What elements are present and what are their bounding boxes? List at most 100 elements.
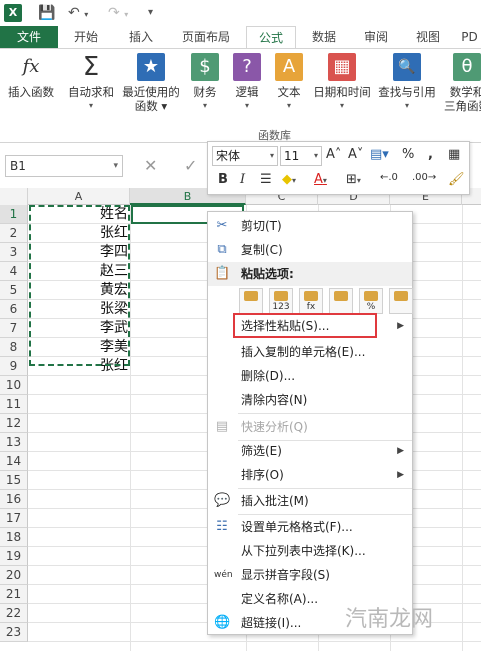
menu-item-insert-comment[interactable]: 💬 插入批注(M): [208, 489, 412, 513]
column-header-a[interactable]: A: [28, 188, 130, 205]
row-header[interactable]: 2: [0, 224, 28, 243]
bold-icon[interactable]: B: [218, 172, 228, 187]
font-name-select[interactable]: 宋体 ▾: [212, 146, 278, 166]
tab-insert[interactable]: 插入: [116, 26, 166, 48]
menu-item-format-cells[interactable]: ☷ 设置单元格格式(F)...: [208, 515, 412, 539]
tab-data[interactable]: 数据: [302, 26, 346, 48]
row-header[interactable]: 5: [0, 281, 28, 300]
paste-option-values[interactable]: 123: [269, 288, 293, 314]
format-table-icon[interactable]: ▦: [448, 147, 460, 162]
logical-label: 逻辑: [235, 85, 259, 99]
chevron-down-icon[interactable]: ▾: [314, 147, 318, 165]
paste-option-transpose[interactable]: [329, 288, 353, 314]
math-trig-label-2: 三角函数: [444, 99, 481, 113]
menu-item-sort[interactable]: 排序(O) ▶: [208, 463, 412, 487]
menu-item-delete[interactable]: 删除(D)...: [208, 364, 412, 388]
enter-icon[interactable]: ✓: [184, 156, 197, 175]
row-header[interactable]: 14: [0, 452, 28, 471]
shrink-font-icon[interactable]: A˅: [348, 147, 363, 162]
row-header[interactable]: 21: [0, 585, 28, 604]
row-header[interactable]: 15: [0, 471, 28, 490]
math-trig-button[interactable]: θ 数学和 三角函数: [444, 53, 481, 113]
paste-option-formulas[interactable]: fx: [299, 288, 323, 314]
menu-item-filter[interactable]: 筛选(E) ▶: [208, 439, 412, 463]
quick-analysis-icon: ▤: [215, 419, 229, 434]
paste-option-paste[interactable]: [239, 288, 263, 314]
row-header[interactable]: 20: [0, 566, 28, 585]
row-header[interactable]: 1: [0, 205, 28, 224]
tab-review[interactable]: 审阅: [354, 26, 398, 48]
date-time-button[interactable]: ▦ 日期和时间 ▾: [310, 53, 374, 113]
fill-color-icon[interactable]: ◆▾: [282, 172, 296, 187]
customize-qat-icon[interactable]: ▾: [148, 3, 153, 23]
tab-page-layout[interactable]: 页面布局: [170, 26, 242, 48]
menu-item-cut[interactable]: ✂ 剪切(T): [208, 214, 412, 238]
scissors-icon: ✂: [216, 218, 228, 233]
recently-used-button[interactable]: ★ 最近使用的 函数 ▾: [118, 53, 184, 113]
lookup-reference-button[interactable]: 🔍 查找与引用 ▾: [376, 53, 438, 113]
comma-icon[interactable]: ,: [428, 147, 433, 162]
accounting-format-icon[interactable]: ▤▾: [370, 147, 389, 162]
font-color-icon[interactable]: A▾: [314, 172, 327, 187]
row-header[interactable]: 12: [0, 414, 28, 433]
menu-item-insert-copied[interactable]: 插入复制的单元格(E)...: [208, 340, 412, 364]
text-button[interactable]: A 文本 ▾: [272, 53, 306, 113]
font-size-select[interactable]: 11 ▾: [280, 146, 322, 166]
tab-file[interactable]: 文件: [0, 26, 58, 48]
row-header[interactable]: 13: [0, 433, 28, 452]
select-all-corner[interactable]: [0, 188, 28, 205]
row-header[interactable]: 17: [0, 509, 28, 528]
excel-logo-icon: X: [4, 4, 22, 22]
redo-icon[interactable]: ↷ ▾: [108, 3, 128, 23]
financial-button[interactable]: $ 财务 ▾: [188, 53, 222, 113]
row-header[interactable]: 11: [0, 395, 28, 414]
increase-decimal-icon[interactable]: ←.0: [380, 172, 398, 183]
name-box[interactable]: B1 ▾: [5, 155, 123, 177]
grow-font-icon[interactable]: A˄: [326, 147, 341, 162]
highlight-annotation-box: [233, 313, 377, 338]
save-icon[interactable]: 💾: [38, 3, 55, 23]
menu-item-copy[interactable]: ⧉ 复制(C): [208, 238, 412, 262]
tab-pdf[interactable]: PD: [458, 26, 481, 48]
tab-formulas[interactable]: 公式: [246, 26, 296, 48]
row-header[interactable]: 7: [0, 319, 28, 338]
row-header[interactable]: 3: [0, 243, 28, 262]
decrease-decimal-icon[interactable]: .00→: [412, 172, 436, 183]
paste-option-formatting[interactable]: %: [359, 288, 383, 314]
row-header[interactable]: 22: [0, 604, 28, 623]
autosum-button[interactable]: Σ 自动求和 ▾: [64, 53, 118, 113]
row-header[interactable]: 9: [0, 357, 28, 376]
menu-item-show-phonetic[interactable]: wén 显示拼音字段(S): [208, 563, 412, 587]
borders-icon[interactable]: ⊞▾: [346, 172, 361, 187]
text-dropdown: ▾: [286, 101, 291, 110]
insert-function-button[interactable]: fx 插入函数: [2, 53, 60, 100]
row-header[interactable]: 10: [0, 376, 28, 395]
row-header[interactable]: 6: [0, 300, 28, 319]
clipboard-icon: [334, 291, 348, 301]
paste-option-link[interactable]: [389, 288, 413, 314]
menu-item-pick-from-list[interactable]: 从下拉列表中选择(K)...: [208, 539, 412, 563]
tab-home[interactable]: 开始: [62, 26, 110, 48]
recently-used-label: 最近使用的: [122, 85, 180, 99]
italic-icon[interactable]: I: [240, 172, 245, 187]
undo-icon[interactable]: ↶ ▾: [68, 3, 88, 23]
menu-item-quick-analysis[interactable]: ▤ 快速分析(Q): [208, 415, 412, 439]
menu-item-label: 筛选(E): [241, 444, 282, 458]
tab-view[interactable]: 视图: [406, 26, 450, 48]
row-header[interactable]: 4: [0, 262, 28, 281]
cancel-icon[interactable]: ✕: [144, 156, 157, 175]
format-painter-icon[interactable]: 🖌: [448, 172, 465, 187]
percent-icon[interactable]: %: [402, 147, 414, 162]
chevron-down-icon[interactable]: ▾: [113, 156, 118, 176]
menu-item-label: 删除(D)...: [241, 369, 296, 383]
clipboard-icon: [304, 291, 318, 301]
row-header[interactable]: 16: [0, 490, 28, 509]
row-header[interactable]: 18: [0, 528, 28, 547]
align-center-icon[interactable]: ☰: [260, 172, 272, 187]
logical-button[interactable]: ? 逻辑 ▾: [230, 53, 264, 113]
row-header[interactable]: 23: [0, 623, 28, 642]
row-header[interactable]: 8: [0, 338, 28, 357]
row-header[interactable]: 19: [0, 547, 28, 566]
chevron-down-icon[interactable]: ▾: [270, 147, 274, 165]
menu-item-clear-contents[interactable]: 清除内容(N): [208, 388, 412, 412]
